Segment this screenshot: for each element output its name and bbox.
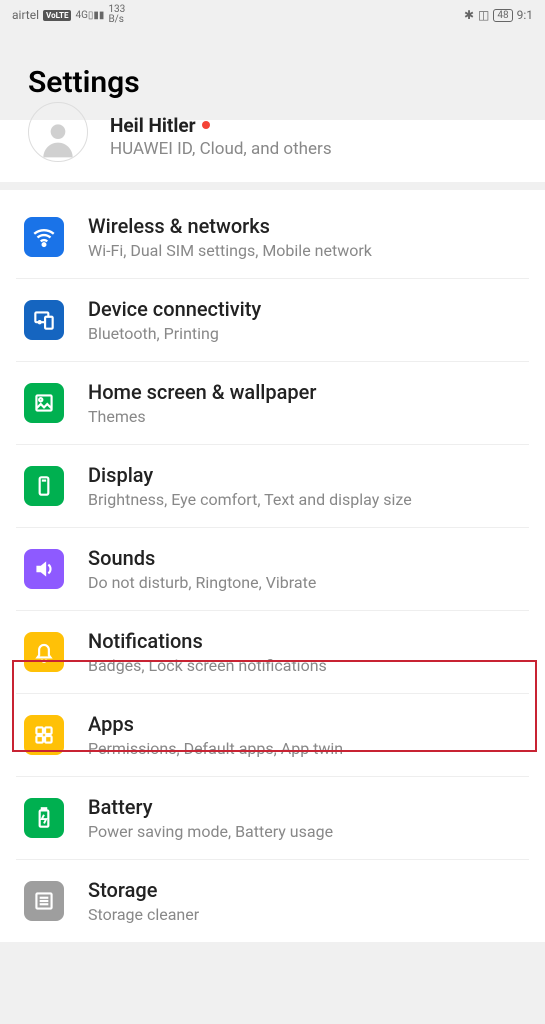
- bell-icon: [24, 632, 64, 672]
- status-bar: airtel VoLTE 4G▯▮▮ 133B/s ✱ ◫ 48 9:1: [0, 0, 545, 30]
- item-desc: Power saving mode, Battery usage: [88, 822, 521, 841]
- signal-icon: 4G▯▮▮: [75, 10, 104, 21]
- page-title: Settings: [28, 65, 517, 100]
- clock: 9:1: [517, 8, 533, 22]
- storage-icon: [24, 881, 64, 921]
- bluetooth-icon: ✱: [464, 8, 474, 22]
- wifi-icon: [24, 217, 64, 257]
- item-desc: Storage cleaner: [88, 905, 521, 924]
- item-desc: Do not disturb, Ringtone, Vibrate: [88, 573, 521, 592]
- item-device-connectivity[interactable]: Device connectivity Bluetooth, Printing: [16, 279, 529, 362]
- battery-icon: [24, 798, 64, 838]
- item-desc: Badges, Lock screen notifications: [88, 656, 521, 675]
- item-wireless-networks[interactable]: Wireless & networks Wi-Fi, Dual SIM sett…: [16, 190, 529, 279]
- avatar: [28, 102, 88, 162]
- item-home-screen[interactable]: Home screen & wallpaper Themes: [16, 362, 529, 445]
- item-title: Wireless & networks: [88, 214, 521, 238]
- item-battery[interactable]: Battery Power saving mode, Battery usage: [16, 777, 529, 860]
- net-speed: 133B/s: [108, 5, 125, 25]
- account-row[interactable]: Heil Hitler HUAWEI ID, Cloud, and others: [0, 120, 545, 190]
- item-title: Display: [88, 463, 521, 487]
- devices-icon: [24, 300, 64, 340]
- item-notifications[interactable]: Notifications Badges, Lock screen notifi…: [16, 611, 529, 694]
- item-apps[interactable]: Apps Permissions, Default apps, App twin: [16, 694, 529, 777]
- item-title: Device connectivity: [88, 297, 521, 321]
- account-desc: HUAWEI ID, Cloud, and others: [110, 139, 517, 159]
- item-storage[interactable]: Storage Storage cleaner: [16, 860, 529, 942]
- item-desc: Brightness, Eye comfort, Text and displa…: [88, 490, 521, 509]
- item-desc: Themes: [88, 407, 521, 426]
- notification-dot: [202, 121, 210, 129]
- account-name: Heil Hitler: [110, 114, 517, 137]
- sound-icon: [24, 549, 64, 589]
- item-title: Battery: [88, 795, 521, 819]
- carrier-label: airtel: [12, 8, 39, 22]
- battery-icon: 48: [493, 9, 512, 22]
- item-title: Notifications: [88, 629, 521, 653]
- display-icon: [24, 466, 64, 506]
- item-display[interactable]: Display Brightness, Eye comfort, Text an…: [16, 445, 529, 528]
- item-desc: Bluetooth, Printing: [88, 324, 521, 343]
- item-desc: Wi-Fi, Dual SIM settings, Mobile network: [88, 241, 521, 260]
- volte-badge: VoLTE: [43, 10, 71, 21]
- item-title: Sounds: [88, 546, 521, 570]
- page-header: Settings: [0, 30, 545, 120]
- apps-icon: [24, 715, 64, 755]
- item-title: Home screen & wallpaper: [88, 380, 521, 404]
- item-sounds[interactable]: Sounds Do not disturb, Ringtone, Vibrate: [16, 528, 529, 611]
- item-desc: Permissions, Default apps, App twin: [88, 739, 521, 758]
- item-title: Apps: [88, 712, 521, 736]
- item-title: Storage: [88, 878, 521, 902]
- picture-icon: [24, 383, 64, 423]
- vibrate-icon: ◫: [478, 8, 489, 22]
